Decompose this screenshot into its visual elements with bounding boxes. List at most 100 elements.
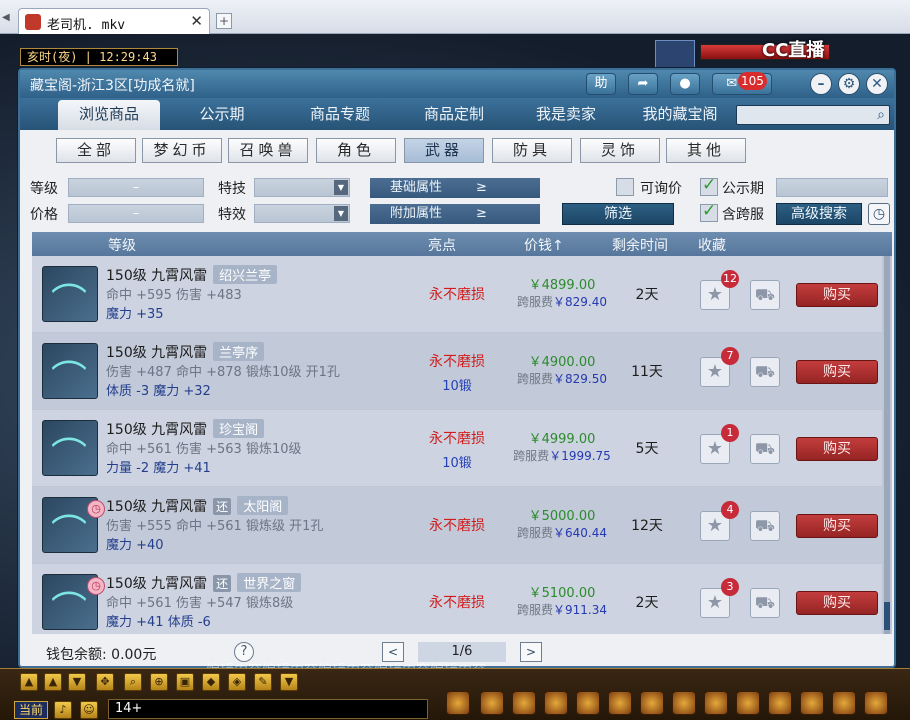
- table-row[interactable]: ⌒ ◷ 150级 九霄风雷还太阳阁 伤害 +555 命中 +561 锻炼级 开1孔 魔力…: [32, 487, 882, 563]
- record-icon[interactable]: ●: [670, 73, 700, 95]
- table-row[interactable]: ⌒ 150级 九霄风雷 珍宝阁 命中 +561 伤害 +563 锻炼10级 力量 -2 …: [32, 410, 882, 486]
- publicity-input[interactable]: [776, 178, 888, 197]
- hud-gang-icon[interactable]: [672, 691, 696, 715]
- header-level[interactable]: 等级: [108, 235, 136, 255]
- hud-attack-icon[interactable]: [480, 691, 504, 715]
- category-pets[interactable]: 召唤兽: [228, 138, 308, 163]
- hud-item-icon[interactable]: [512, 691, 536, 715]
- hud-mail-icon[interactable]: [704, 691, 728, 715]
- hud-search-icon[interactable]: ⌕: [124, 673, 142, 691]
- buy-button[interactable]: 购买: [796, 360, 878, 384]
- base-attr-select[interactable]: 基础属性 ≥: [370, 178, 540, 198]
- help-icon[interactable]: ?: [234, 642, 254, 662]
- category-coin[interactable]: 梦幻币: [142, 138, 222, 163]
- search-input[interactable]: ⌕: [736, 105, 890, 125]
- tab-publicity[interactable]: 公示期: [178, 100, 266, 130]
- advanced-search-button[interactable]: 高级搜索: [776, 203, 862, 225]
- add-to-cart-icon[interactable]: ⛟: [750, 588, 780, 618]
- weapon-thumbnail[interactable]: ⌒ ◷: [42, 574, 105, 631]
- cc-live-logo: CC直播: [762, 40, 825, 61]
- table-row[interactable]: ⌒ 150级 九霄风雷 兰亭序 伤害 +487 命中 +878 锻炼10级 开1孔 体质…: [32, 333, 882, 409]
- weapon-thumbnail[interactable]: ⌒: [42, 343, 98, 400]
- category-roles[interactable]: 角色: [316, 138, 396, 163]
- share-icon[interactable]: ➦: [628, 73, 658, 95]
- hud-skill-icon[interactable]: [576, 691, 600, 715]
- hud-task-icon[interactable]: [608, 691, 632, 715]
- buy-button[interactable]: 购买: [796, 591, 878, 615]
- buy-button[interactable]: 购买: [796, 437, 878, 461]
- inquiry-checkbox[interactable]: [616, 178, 634, 196]
- header-price[interactable]: 价钱↑: [524, 235, 564, 255]
- scrollbar[interactable]: [884, 256, 890, 634]
- player-tab[interactable]: 老司机. mkv ✕: [18, 8, 210, 34]
- hud-up2-icon[interactable]: ▲: [44, 673, 62, 691]
- hud-system-icon[interactable]: [832, 691, 856, 715]
- tab-seller[interactable]: 我是卖家: [516, 100, 616, 130]
- emote-icon[interactable]: ☺: [80, 701, 98, 719]
- hud-up-icon[interactable]: ▲: [20, 673, 38, 691]
- header-remaining[interactable]: 剩余时间: [612, 235, 668, 255]
- category-all[interactable]: 全部: [56, 138, 136, 163]
- tab-scroll-left-icon[interactable]: ◀: [2, 12, 14, 26]
- hud-reward-icon[interactable]: [800, 691, 824, 715]
- new-tab-button[interactable]: +: [216, 13, 232, 29]
- next-page-button[interactable]: >: [520, 642, 542, 662]
- clock-icon[interactable]: ◷: [868, 203, 890, 225]
- tab-browse[interactable]: 浏览商品: [58, 100, 160, 130]
- settings-icon[interactable]: ⚙: [838, 73, 860, 95]
- cross-server-checkbox[interactable]: ✓: [700, 201, 718, 222]
- hud-friend-icon[interactable]: [640, 691, 664, 715]
- hud-zoom-icon[interactable]: ⊕: [150, 673, 168, 691]
- prev-page-button[interactable]: <: [382, 642, 404, 662]
- hud-arrow-icon[interactable]: ▼: [280, 673, 298, 691]
- buy-button[interactable]: 购买: [796, 514, 878, 538]
- item-price: ￥4999.00: [528, 432, 596, 447]
- hud-chat-icon[interactable]: ◈: [228, 673, 246, 691]
- tab-topics[interactable]: 商品专题: [290, 100, 390, 130]
- hud-move-icon[interactable]: ✥: [96, 673, 114, 691]
- price-range-input[interactable]: –: [68, 204, 204, 223]
- hud-pet-icon[interactable]: [446, 691, 470, 715]
- hud-pin-icon[interactable]: ◆: [202, 673, 220, 691]
- add-to-cart-icon[interactable]: ⛟: [750, 280, 780, 310]
- tab-custom[interactable]: 商品定制: [404, 100, 504, 130]
- search-icon[interactable]: ⌕: [877, 107, 885, 123]
- hud-team-icon[interactable]: [544, 691, 568, 715]
- category-other[interactable]: 其他: [666, 138, 746, 163]
- effect-select[interactable]: ▼: [254, 204, 350, 223]
- hud-settings-icon[interactable]: [864, 691, 888, 715]
- hud-event-icon[interactable]: [768, 691, 792, 715]
- skill-select[interactable]: ▼: [254, 178, 350, 197]
- microphone-icon[interactable]: ♪: [54, 701, 72, 719]
- weapon-thumbnail[interactable]: ⌒ ◷: [42, 497, 105, 554]
- scrollbar-thumb[interactable]: [884, 602, 890, 630]
- weapon-thumbnail[interactable]: ⌒: [42, 420, 98, 477]
- item-name: 150级 九霄风雷: [106, 345, 208, 361]
- filter-button[interactable]: 筛选: [562, 203, 674, 225]
- hud-shop-icon[interactable]: [736, 691, 760, 715]
- hud-down-icon[interactable]: ▼: [68, 673, 86, 691]
- close-icon[interactable]: ✕: [866, 73, 888, 95]
- table-row[interactable]: ⌒ ◷ 150级 九霄风雷还世界之窗 命中 +561 伤害 +547 锻炼8级 魔力 +…: [32, 564, 882, 634]
- category-weapons[interactable]: 武器: [404, 138, 484, 163]
- hud-lock-icon[interactable]: ▣: [176, 673, 194, 691]
- add-to-cart-icon[interactable]: ⛟: [750, 434, 780, 464]
- extra-attr-select[interactable]: 附加属性 ≥: [370, 204, 540, 224]
- chat-input[interactable]: 14+: [108, 699, 428, 719]
- add-to-cart-icon[interactable]: ⛟: [750, 511, 780, 541]
- help-button[interactable]: 助: [586, 73, 616, 95]
- publicity-checkbox[interactable]: ✓: [700, 175, 718, 196]
- category-armor[interactable]: 防具: [492, 138, 572, 163]
- add-to-cart-icon[interactable]: ⛟: [750, 357, 780, 387]
- dialog-titlebar[interactable]: 藏宝阁-浙江3区[功成名就] 助 ➦ ● ✉ ⛟ 105 – ⚙ ✕: [20, 70, 894, 98]
- tab-my-pavilion[interactable]: 我的藏宝阁: [626, 100, 734, 130]
- buy-button[interactable]: 购买: [796, 283, 878, 307]
- table-row[interactable]: ⌒ 150级 九霄风雷 绍兴兰亭 命中 +595 伤害 +483 魔力 +35 永不磨损 ￥…: [32, 256, 882, 332]
- minimize-icon[interactable]: –: [810, 73, 832, 95]
- hud-pen-icon[interactable]: ✎: [254, 673, 272, 691]
- category-accessories[interactable]: 灵饰: [580, 138, 660, 163]
- channel-button[interactable]: 当前: [14, 701, 48, 719]
- weapon-thumbnail[interactable]: ⌒: [42, 266, 98, 323]
- level-range-input[interactable]: –: [68, 178, 204, 197]
- close-icon[interactable]: ✕: [190, 12, 203, 30]
